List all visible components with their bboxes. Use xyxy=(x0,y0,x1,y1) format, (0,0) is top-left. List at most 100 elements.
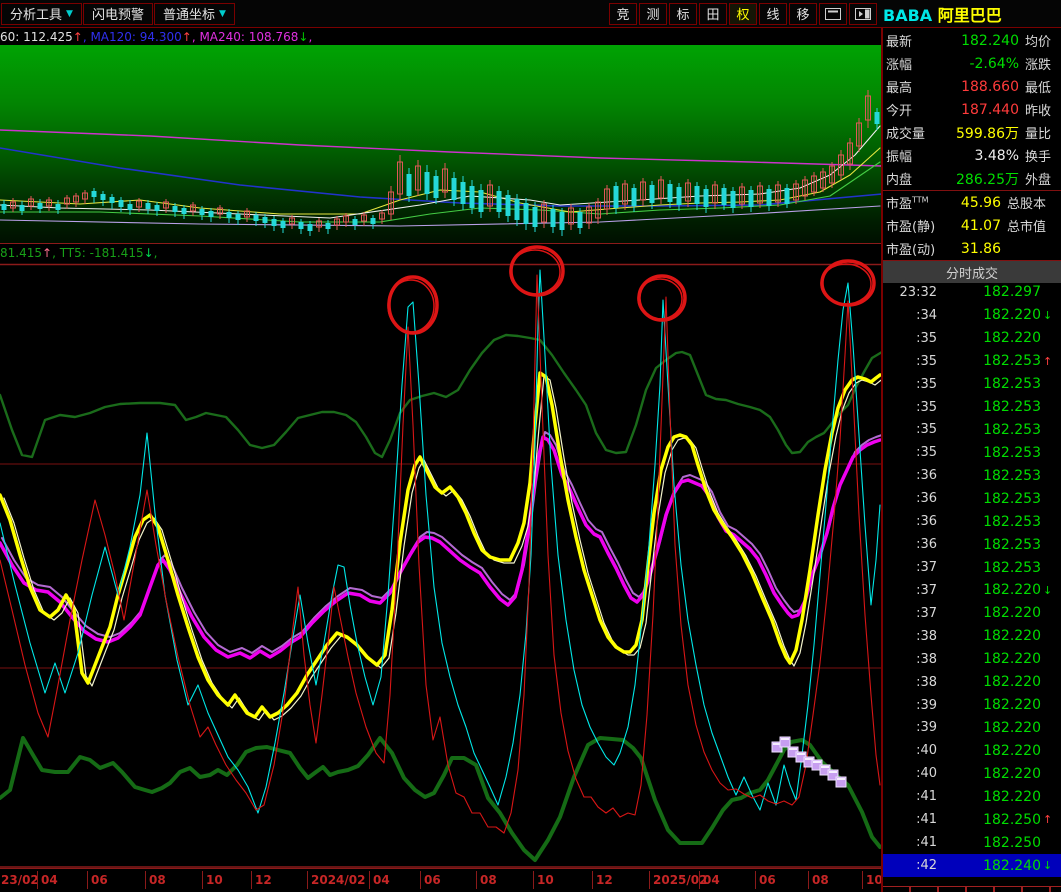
tape-row[interactable]: :35182.253 xyxy=(883,441,1061,464)
tape-time: :35 xyxy=(883,331,937,346)
quote-label: 今开 xyxy=(883,100,943,119)
axis-tick-label: 06 xyxy=(87,871,108,889)
tape-row[interactable]: :35182.253 xyxy=(883,419,1061,442)
quote-row: 内盘286.25万外盘 xyxy=(883,167,1061,190)
tape-row[interactable]: :35182.253↑ xyxy=(883,350,1061,373)
tape-time: :34 xyxy=(883,308,937,323)
strip-value: 81.415 xyxy=(0,246,42,260)
quote-value: 188.660 xyxy=(943,79,1019,95)
tape-row[interactable]: :42182.240↓ xyxy=(883,854,1061,877)
up-arrow-icon: ↑ xyxy=(182,30,192,44)
pe-label2: 总股本 xyxy=(1001,193,1061,212)
tape-price: 182.220 xyxy=(937,789,1041,805)
menu-3[interactable]: 普通坐标▼ xyxy=(154,3,235,25)
pe-label-sup: TTM xyxy=(912,196,929,205)
tape-row[interactable]: :41182.250↑ xyxy=(883,808,1061,831)
tool-button-权[interactable]: 权 xyxy=(729,3,757,25)
tape-row[interactable]: :41182.220 xyxy=(883,785,1061,808)
tape-row[interactable]: :40182.220 xyxy=(883,739,1061,762)
tape-price: 182.220 xyxy=(937,674,1041,690)
candlestick-chart[interactable] xyxy=(0,45,882,244)
tape-row[interactable]: :36182.253 xyxy=(883,510,1061,533)
axis-tick-label: 06 xyxy=(420,871,441,889)
quote-value: 3.48% xyxy=(943,148,1019,164)
quote-label2: 昨收 xyxy=(1019,100,1061,119)
indicator-chart[interactable] xyxy=(0,263,882,868)
tape-price: 182.220 xyxy=(937,307,1041,323)
tool-button-竞[interactable]: 竞 xyxy=(609,3,637,25)
tape-time: :41 xyxy=(883,835,937,850)
tape-time: :38 xyxy=(883,629,937,644)
tool-button-田[interactable]: 田 xyxy=(699,3,727,25)
quote-label: 振幅 xyxy=(883,146,943,165)
tape-row[interactable]: :39182.220 xyxy=(883,694,1061,717)
menu-1[interactable]: 分析工具▼ xyxy=(1,3,82,25)
tape-row[interactable]: :41182.250 xyxy=(883,831,1061,854)
tape-price: 182.220 xyxy=(937,582,1041,598)
tape-price: 182.253 xyxy=(937,422,1041,438)
tape-price: 182.220 xyxy=(937,743,1041,759)
down-arrow-icon: ↓ xyxy=(1041,859,1061,872)
tape-row[interactable]: :37182.253 xyxy=(883,556,1061,579)
tool-button-移[interactable]: 移 xyxy=(789,3,817,25)
tape-row[interactable]: 23:32182.297 xyxy=(883,281,1061,304)
tape-time: :36 xyxy=(883,491,937,506)
tape-time: :41 xyxy=(883,812,937,827)
tape-row[interactable]: :40182.220 xyxy=(883,762,1061,785)
tape-row[interactable]: :36182.253 xyxy=(883,464,1061,487)
axis-tick-label: 10 xyxy=(533,871,554,889)
quote-value: 286.25万 xyxy=(943,169,1019,189)
pe-label: 市盈(静) xyxy=(883,216,949,235)
tape-price: 182.220 xyxy=(937,330,1041,346)
tape-header[interactable]: 分时成交 xyxy=(883,260,1061,283)
tape-time: :39 xyxy=(883,698,937,713)
pe-value: 31.86 xyxy=(949,241,1001,257)
menu-2[interactable]: 闪电预警 xyxy=(83,3,153,25)
tape-price: 182.220 xyxy=(937,697,1041,713)
quote-value: 599.86万 xyxy=(943,123,1019,143)
dock-top-icon[interactable] xyxy=(819,3,847,25)
tape-time: 23:32 xyxy=(883,285,937,300)
tool-button-线[interactable]: 线 xyxy=(759,3,787,25)
stock-name: 阿里巴巴 xyxy=(938,6,1002,25)
tape-price: 182.253 xyxy=(937,560,1041,576)
tape-row[interactable]: :38182.220 xyxy=(883,648,1061,671)
pe-row: 市盈TTM45.96总股本 xyxy=(883,191,1061,214)
stock-title: BABA 阿里巴巴 xyxy=(877,2,1061,26)
expand-panel-icon[interactable] xyxy=(849,3,877,25)
tape-price: 182.253 xyxy=(937,491,1041,507)
trading-terminal: 分析工具▼闪电预警普通坐标▼ 竞测标田权线移 BABA 阿里巴巴 60: 112… xyxy=(0,0,1061,892)
tape-row[interactable]: :36182.253 xyxy=(883,533,1061,556)
tape-price: 182.250 xyxy=(937,812,1041,828)
tape-row[interactable]: :37182.220 xyxy=(883,602,1061,625)
tape-time: :37 xyxy=(883,606,937,621)
down-arrow-icon: ↓ xyxy=(1041,309,1061,322)
tape-row[interactable]: :38182.220 xyxy=(883,671,1061,694)
tape-price: 182.220 xyxy=(937,720,1041,736)
quote-panel: 最新182.240均价涨幅-2.64%涨跌最高188.660最低今开187.44… xyxy=(883,29,1061,892)
strip-trailing: , xyxy=(308,30,312,44)
chevron-down-icon: ▼ xyxy=(219,9,226,19)
axis-tick-label: 08 xyxy=(476,871,497,889)
up-arrow-icon: ↑ xyxy=(73,30,83,44)
quote-value: -2.64% xyxy=(943,56,1019,72)
ma-values-strip: 60: 112.425↑, MA120: 94.300↑, MA240: 108… xyxy=(0,29,882,45)
tape-row[interactable]: :35182.253 xyxy=(883,396,1061,419)
tool-button-测[interactable]: 测 xyxy=(639,3,667,25)
quote-value: 187.440 xyxy=(943,102,1019,118)
tape-row[interactable]: :38182.220 xyxy=(883,625,1061,648)
tape-time: :36 xyxy=(883,537,937,552)
time-axis: 23/0204060810122024/0204060810122025/020… xyxy=(0,868,882,892)
quote-label2: 外盘 xyxy=(1019,169,1061,188)
tape-row[interactable]: :34182.220↓ xyxy=(883,304,1061,327)
tool-button-标[interactable]: 标 xyxy=(669,3,697,25)
tape-row[interactable]: :35182.220 xyxy=(883,327,1061,350)
tape-price: 182.250 xyxy=(937,835,1041,851)
quote-row: 最高188.660最低 xyxy=(883,75,1061,98)
tape-time: :35 xyxy=(883,422,937,437)
tape-row[interactable]: :36182.253 xyxy=(883,487,1061,510)
tape-row[interactable]: :39182.220 xyxy=(883,717,1061,740)
tape-time: :37 xyxy=(883,583,937,598)
tape-row[interactable]: :37182.220↓ xyxy=(883,579,1061,602)
tape-row[interactable]: :35182.253 xyxy=(883,373,1061,396)
